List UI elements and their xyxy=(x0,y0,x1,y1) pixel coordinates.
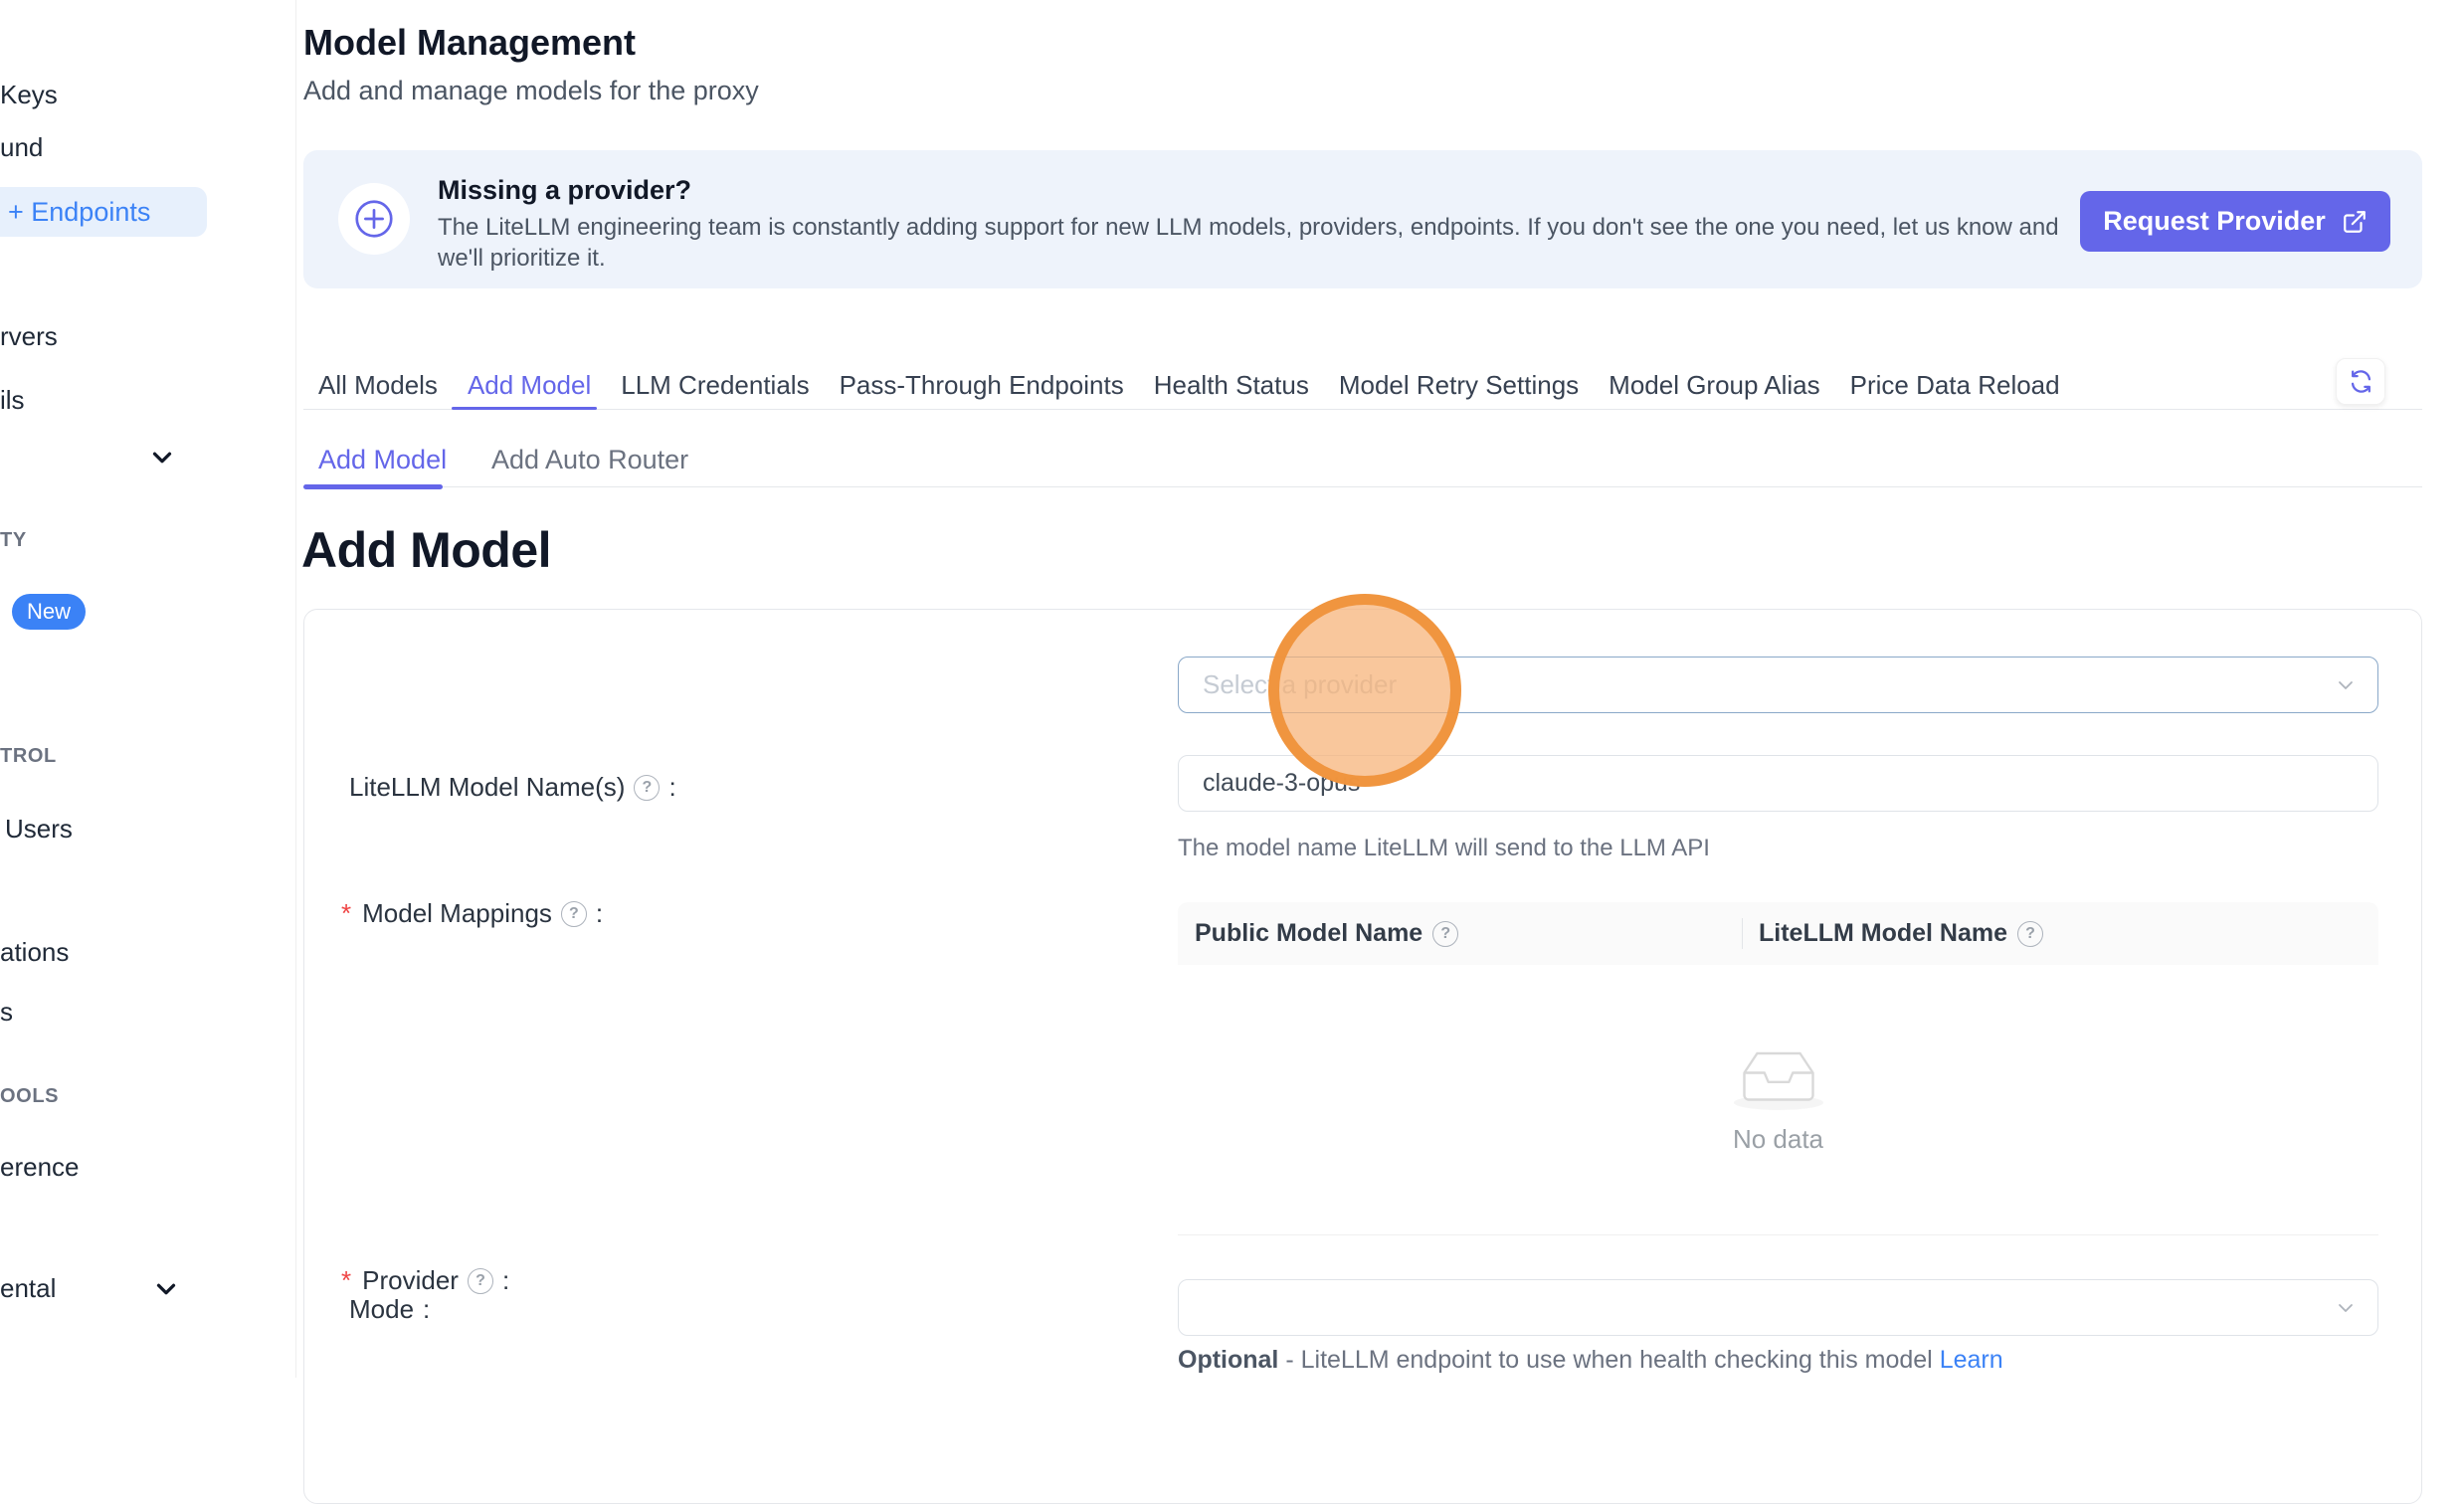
chevron-down-icon xyxy=(2334,1296,2358,1320)
sidebar-item-users[interactable]: Users xyxy=(5,811,73,846)
page-title: Model Management xyxy=(303,22,636,64)
model-tabs: All Models Add Model LLM Credentials Pas… xyxy=(303,362,2422,410)
chevron-down-icon[interactable] xyxy=(147,443,177,472)
required-asterisk: * xyxy=(341,898,351,929)
sidebar-item-organizations[interactable]: ations xyxy=(0,934,69,970)
question-circle-icon[interactable]: ? xyxy=(468,1268,493,1294)
sidebar-item-reference[interactable]: erence xyxy=(0,1149,80,1185)
question-circle-icon[interactable]: ? xyxy=(1432,921,1458,947)
mode-helper-bold: Optional xyxy=(1178,1346,1278,1374)
add-model-subtabs: Add Model Add Auto Router xyxy=(303,436,2422,487)
tab-llm-credentials[interactable]: LLM Credentials xyxy=(621,362,809,409)
refresh-button[interactable] xyxy=(2336,358,2385,405)
active-subtab-underline xyxy=(303,484,443,489)
sidebar-section-control: TROL xyxy=(0,742,57,770)
model-name-input[interactable] xyxy=(1178,755,2378,812)
new-badge[interactable]: New xyxy=(12,594,86,630)
provider-select[interactable]: Select a provider xyxy=(1178,657,2378,713)
page-subtitle: Add and manage models for the proxy xyxy=(303,76,759,106)
learn-link[interactable]: Learn xyxy=(1940,1346,2003,1374)
tab-health-status[interactable]: Health Status xyxy=(1154,362,1309,409)
provider-placeholder: Select a provider xyxy=(1203,669,1397,700)
sidebar-item-ils[interactable]: ils xyxy=(0,382,25,418)
tab-model-retry-settings[interactable]: Model Retry Settings xyxy=(1339,362,1579,409)
banner-body-line2: we'll prioritize it. xyxy=(438,245,606,273)
missing-provider-banner: Missing a provider? The LiteLLM engineer… xyxy=(303,150,2422,288)
tab-model-group-alias[interactable]: Model Group Alias xyxy=(1609,362,1819,409)
label-colon: : xyxy=(423,1294,430,1325)
label-colon: : xyxy=(502,1265,509,1296)
external-link-icon xyxy=(2342,209,2368,235)
question-circle-icon[interactable]: ? xyxy=(2017,921,2043,947)
mappings-table-empty-state: No data xyxy=(1178,965,2378,1235)
sidebar: Keys und + Endpoints rvers ils TY New TR… xyxy=(0,0,296,1378)
label-colon: : xyxy=(668,772,675,803)
sidebar-item-keys[interactable]: Keys xyxy=(0,77,58,112)
tab-all-models[interactable]: All Models xyxy=(318,362,438,409)
sidebar-item-experimental[interactable]: ental xyxy=(0,1270,56,1306)
chevron-down-icon xyxy=(2334,673,2358,697)
tab-pass-through-endpoints[interactable]: Pass-Through Endpoints xyxy=(840,362,1124,409)
mappings-table-header: Public Model Name ? LiteLLM Model Name ? xyxy=(1178,902,2378,965)
mode-select[interactable] xyxy=(1178,1279,2378,1336)
request-provider-label: Request Provider xyxy=(2103,206,2326,237)
litellm-model-name-header: LiteLLM Model Name xyxy=(1759,919,2007,948)
sidebar-item-servers[interactable]: rvers xyxy=(0,318,58,354)
model-mappings-table: Public Model Name ? LiteLLM Model Name ?… xyxy=(1178,902,2378,1235)
plus-circle-icon xyxy=(338,183,410,255)
sidebar-section-tools: OOLS xyxy=(0,1082,59,1110)
sidebar-item-s[interactable]: s xyxy=(0,994,13,1030)
banner-title: Missing a provider? xyxy=(438,175,691,206)
tab-add-model[interactable]: Add Model xyxy=(468,362,591,409)
add-model-card: * Provider ? : Select a provider LiteLLM… xyxy=(303,609,2422,1504)
model-name-helper: The model name LiteLLM will send to the … xyxy=(1178,835,1710,862)
model-name-label: LiteLLM Model Name(s) ? : xyxy=(349,772,676,803)
column-public-model-name: Public Model Name ? xyxy=(1178,919,1742,948)
mode-label-text: Mode xyxy=(349,1294,414,1325)
no-data-text: No data xyxy=(1733,1124,1823,1155)
provider-label-text: Provider xyxy=(362,1265,459,1296)
request-provider-button[interactable]: Request Provider xyxy=(2080,191,2390,252)
column-divider xyxy=(1742,918,1743,949)
model-name-label-text: LiteLLM Model Name(s) xyxy=(349,772,625,803)
sync-icon xyxy=(2348,368,2374,395)
model-mappings-label: * Model Mappings ? : xyxy=(341,898,603,929)
mode-label: Mode : xyxy=(349,1294,430,1325)
banner-body-line1: The LiteLLM engineering team is constant… xyxy=(438,214,2059,242)
public-model-name-header: Public Model Name xyxy=(1195,919,1422,948)
subtab-add-model[interactable]: Add Model xyxy=(318,436,447,487)
subtab-add-auto-router[interactable]: Add Auto Router xyxy=(491,436,688,487)
tab-price-data-reload[interactable]: Price Data Reload xyxy=(1850,362,2060,409)
provider-label: * Provider ? : xyxy=(341,1265,509,1296)
sidebar-section-ty: TY xyxy=(0,526,27,554)
column-litellm-model-name: LiteLLM Model Name ? xyxy=(1742,919,2378,948)
chevron-down-icon[interactable] xyxy=(151,1274,181,1304)
label-colon: : xyxy=(596,898,603,929)
model-mappings-label-text: Model Mappings xyxy=(362,898,552,929)
add-model-heading: Add Model xyxy=(301,521,551,579)
question-circle-icon[interactable]: ? xyxy=(561,901,587,927)
mode-helper: Optional - LiteLLM endpoint to use when … xyxy=(1178,1346,2003,1375)
mode-helper-text: - LiteLLM endpoint to use when health ch… xyxy=(1278,1346,1939,1374)
sidebar-item-models-endpoints[interactable]: + Endpoints xyxy=(0,187,207,237)
sidebar-item-playground[interactable]: und xyxy=(0,129,43,165)
inbox-icon xyxy=(1731,1044,1826,1110)
question-circle-icon[interactable]: ? xyxy=(634,775,660,801)
required-asterisk: * xyxy=(341,1265,351,1296)
